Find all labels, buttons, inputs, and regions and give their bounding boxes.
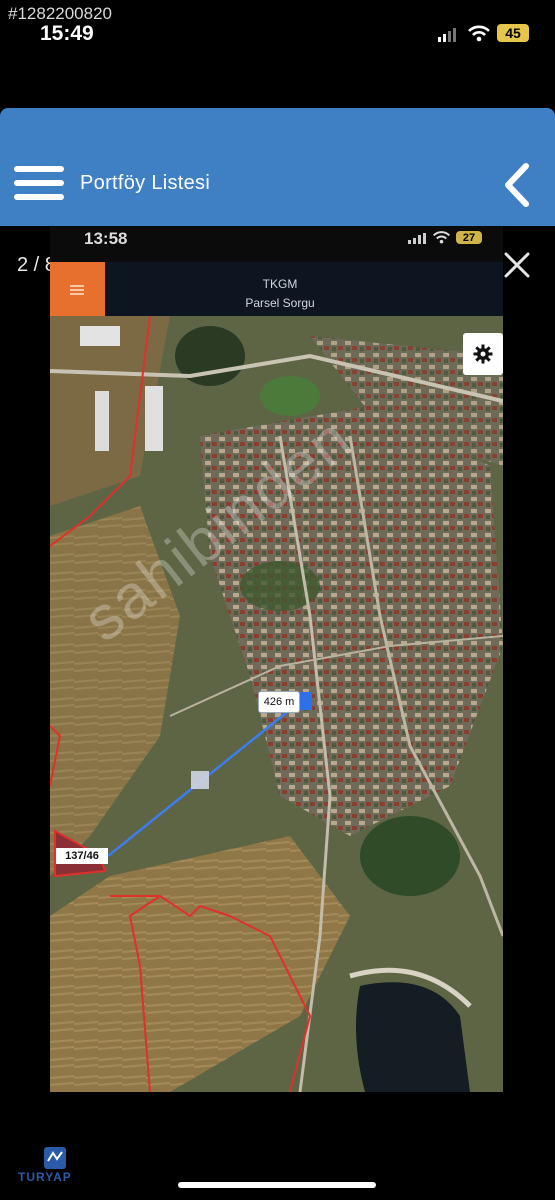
inner-app-title: TKGM xyxy=(262,277,298,291)
close-icon[interactable] xyxy=(502,250,532,280)
inner-app-subtitle: Parsel Sorgu xyxy=(245,296,315,310)
turyap-logo-text: TURYAP xyxy=(18,1170,72,1184)
inner-battery-indicator: 27 xyxy=(456,231,482,244)
cellular-signal-icon xyxy=(438,28,456,42)
hamburger-menu-icon[interactable] xyxy=(14,166,64,202)
gear-icon xyxy=(473,344,493,364)
inner-menu-button[interactable] xyxy=(50,262,105,316)
inner-cellular-signal-icon xyxy=(408,233,426,244)
parcel-number-label: 137/46 xyxy=(56,848,108,864)
status-time: 15:49 xyxy=(40,22,94,45)
turyap-logo-icon xyxy=(44,1147,66,1169)
distance-label: 426 m xyxy=(258,691,300,713)
inner-wifi-icon xyxy=(433,231,450,244)
inner-status-time: 13:58 xyxy=(84,229,128,248)
map-settings-button[interactable] xyxy=(463,333,503,375)
home-indicator[interactable] xyxy=(178,1182,376,1188)
page-title: Portföy Listesi xyxy=(80,172,211,194)
back-chevron-icon[interactable] xyxy=(498,160,538,210)
app-header xyxy=(0,108,555,226)
battery-indicator: 45 xyxy=(497,24,529,42)
listing-id-watermark: #1282200820 xyxy=(8,4,113,23)
wifi-icon xyxy=(468,25,490,42)
